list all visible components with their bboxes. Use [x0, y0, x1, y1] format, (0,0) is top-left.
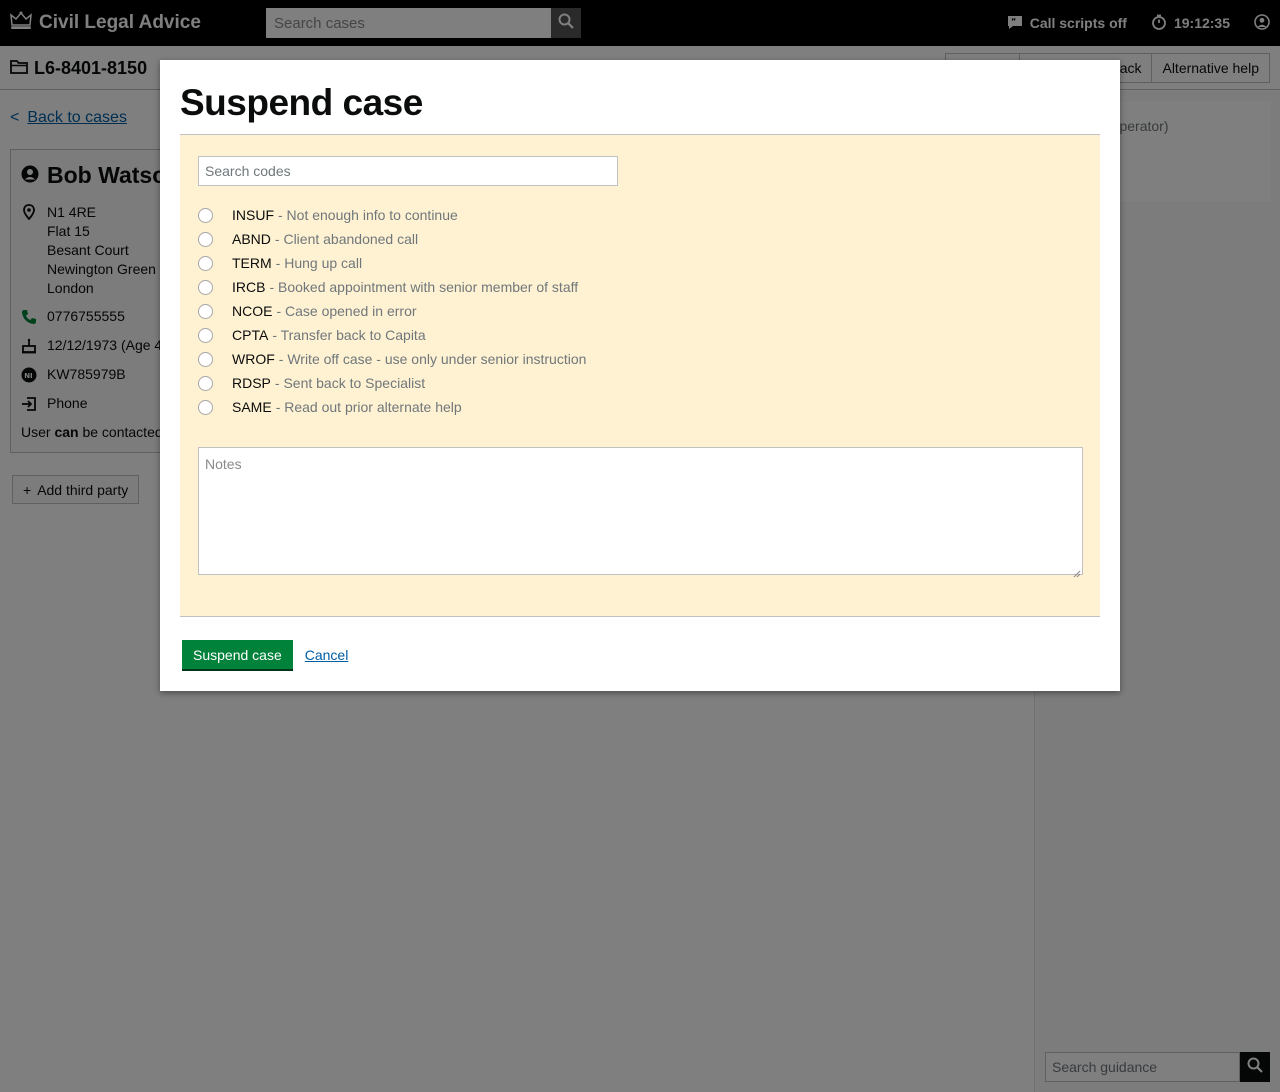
code-description: - Hung up call [275, 255, 363, 271]
radio-button[interactable] [198, 327, 213, 343]
radio-button[interactable] [198, 207, 213, 223]
code-description: - Sent back to Specialist [274, 375, 426, 391]
notes-textarea[interactable] [198, 447, 1083, 575]
code-search-input[interactable] [198, 156, 618, 186]
radio-button[interactable] [198, 375, 213, 391]
code-description: - Booked appointment with senior member … [269, 279, 579, 295]
code-key: SAME [232, 399, 272, 415]
code-key: ABND [232, 231, 271, 247]
code-description: - Case opened in error [276, 303, 417, 319]
suspend-case-dialog: Suspend case INSUF - Not enough info to … [160, 60, 1120, 691]
radio-button[interactable] [198, 351, 213, 367]
cancel-link[interactable]: Cancel [305, 647, 349, 663]
code-description: - Client abandoned call [274, 231, 419, 247]
resize-grip-icon[interactable] [1073, 565, 1081, 578]
code-option-wrof[interactable]: WROF - Write off case - use only under s… [198, 347, 586, 371]
suspend-case-button[interactable]: Suspend case [182, 640, 293, 669]
code-key: CPTA [232, 327, 269, 343]
code-option-same[interactable]: SAME - Read out prior alternate help [198, 395, 586, 419]
code-option-ircb[interactable]: IRCB - Booked appointment with senior me… [198, 275, 586, 299]
code-description: - Write off case - use only under senior… [278, 351, 587, 367]
radio-button[interactable] [198, 303, 213, 319]
radio-button[interactable] [198, 255, 213, 271]
code-description: - Read out prior alternate help [275, 399, 462, 415]
code-description: - Transfer back to Capita [272, 327, 426, 343]
code-key: NCOE [232, 303, 273, 319]
radio-button[interactable] [198, 231, 213, 247]
dialog-title: Suspend case [180, 82, 423, 123]
code-key: INSUF [232, 207, 274, 223]
code-option-abnd[interactable]: ABND - Client abandoned call [198, 227, 586, 251]
code-description: - Not enough info to continue [278, 207, 458, 223]
code-key: TERM [232, 255, 272, 271]
code-option-insuf[interactable]: INSUF - Not enough info to continue [198, 203, 586, 227]
code-key: RDSP [232, 375, 271, 391]
dialog-actions: Suspend case Cancel [182, 640, 348, 669]
code-option-cpta[interactable]: CPTA - Transfer back to Capita [198, 323, 586, 347]
code-key: IRCB [232, 279, 266, 295]
suspend-form-panel: INSUF - Not enough info to continue ABND… [180, 134, 1100, 617]
code-option-rdsp[interactable]: RDSP - Sent back to Specialist [198, 371, 586, 395]
code-key: WROF [232, 351, 275, 367]
outcome-code-list: INSUF - Not enough info to continue ABND… [198, 203, 586, 419]
radio-button[interactable] [198, 399, 213, 415]
code-option-ncoe[interactable]: NCOE - Case opened in error [198, 299, 586, 323]
radio-button[interactable] [198, 279, 213, 295]
code-option-term[interactable]: TERM - Hung up call [198, 251, 586, 275]
